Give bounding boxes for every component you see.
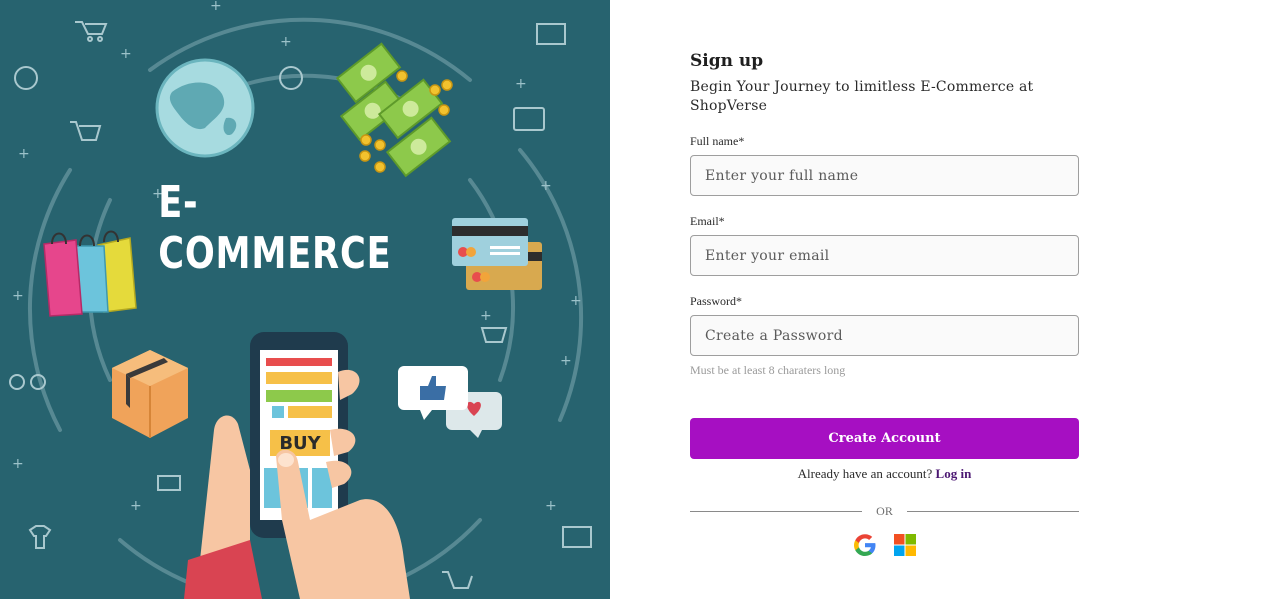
microsoft-login-button[interactable] [893,533,917,557]
sparkle: + [12,456,24,472]
globe [155,58,255,158]
sparkle: + [560,353,572,369]
social-login-row [690,533,1079,557]
speech-bubbles [398,366,502,438]
shopping-bags [43,230,137,317]
hero-headline: E-COMMERCE [158,177,392,279]
google-login-button[interactable] [853,533,877,557]
sparkle: + [12,288,24,304]
sparkle: + [545,498,557,514]
full-name-label: Full name* [690,134,745,148]
money-stack [335,42,453,178]
page-subtitle: Begin Your Journey to limitless E-Commer… [690,79,1034,114]
sparkle: + [130,498,142,514]
microsoft-icon [893,534,916,556]
hero-illustration: + + + + + + + + + + + + + + E-COMMERCE B… [0,0,610,599]
bike-icon [9,374,25,390]
basket-icon [480,327,508,343]
sparkle: + [540,178,552,194]
sparkle: + [480,308,492,324]
create-account-button[interactable]: Create Account [690,418,1079,459]
password-field[interactable] [690,315,1079,356]
card-icon [562,526,592,548]
password-hint: Must be at least 8 charaters long [690,363,846,377]
sparkle: + [515,76,527,92]
shirt-icon [28,525,52,549]
clock-24-icon [14,66,38,90]
cart-icon [442,571,473,589]
buy-label: BUY [279,432,321,454]
login-link[interactable]: Log in [936,466,972,481]
phone-in-hand [184,332,410,599]
full-name-field[interactable] [690,155,1079,196]
sparkle: + [18,146,30,162]
sparkle: + [120,46,132,62]
divider-line [690,511,863,512]
password-label: Password* [690,294,743,308]
cash-icon [513,107,545,131]
or-label: OR [876,504,893,518]
signup-form: Sign up Begin Your Journey to limitless … [690,50,1080,557]
login-prompt-row: Already have an account? Log in [690,466,1079,482]
or-divider: OR [690,504,1080,519]
credit-cards [452,218,542,290]
sparkle: + [210,0,222,14]
cardboard-box [112,350,188,438]
cart-icon [70,121,102,141]
divider-line [906,511,1080,512]
email-label: Email* [690,214,725,228]
sparkle: + [280,34,292,50]
login-prompt: Already have an account? [797,466,933,481]
email-field[interactable] [690,235,1079,276]
page-title: Sign up [690,51,764,71]
hero-artwork: + + + + + + + + + + + + + + [9,0,592,599]
sparkle: + [570,293,582,309]
google-icon [853,534,875,556]
cart-icon [75,21,108,35]
box-icon [536,23,566,45]
truck-icon [157,475,181,491]
